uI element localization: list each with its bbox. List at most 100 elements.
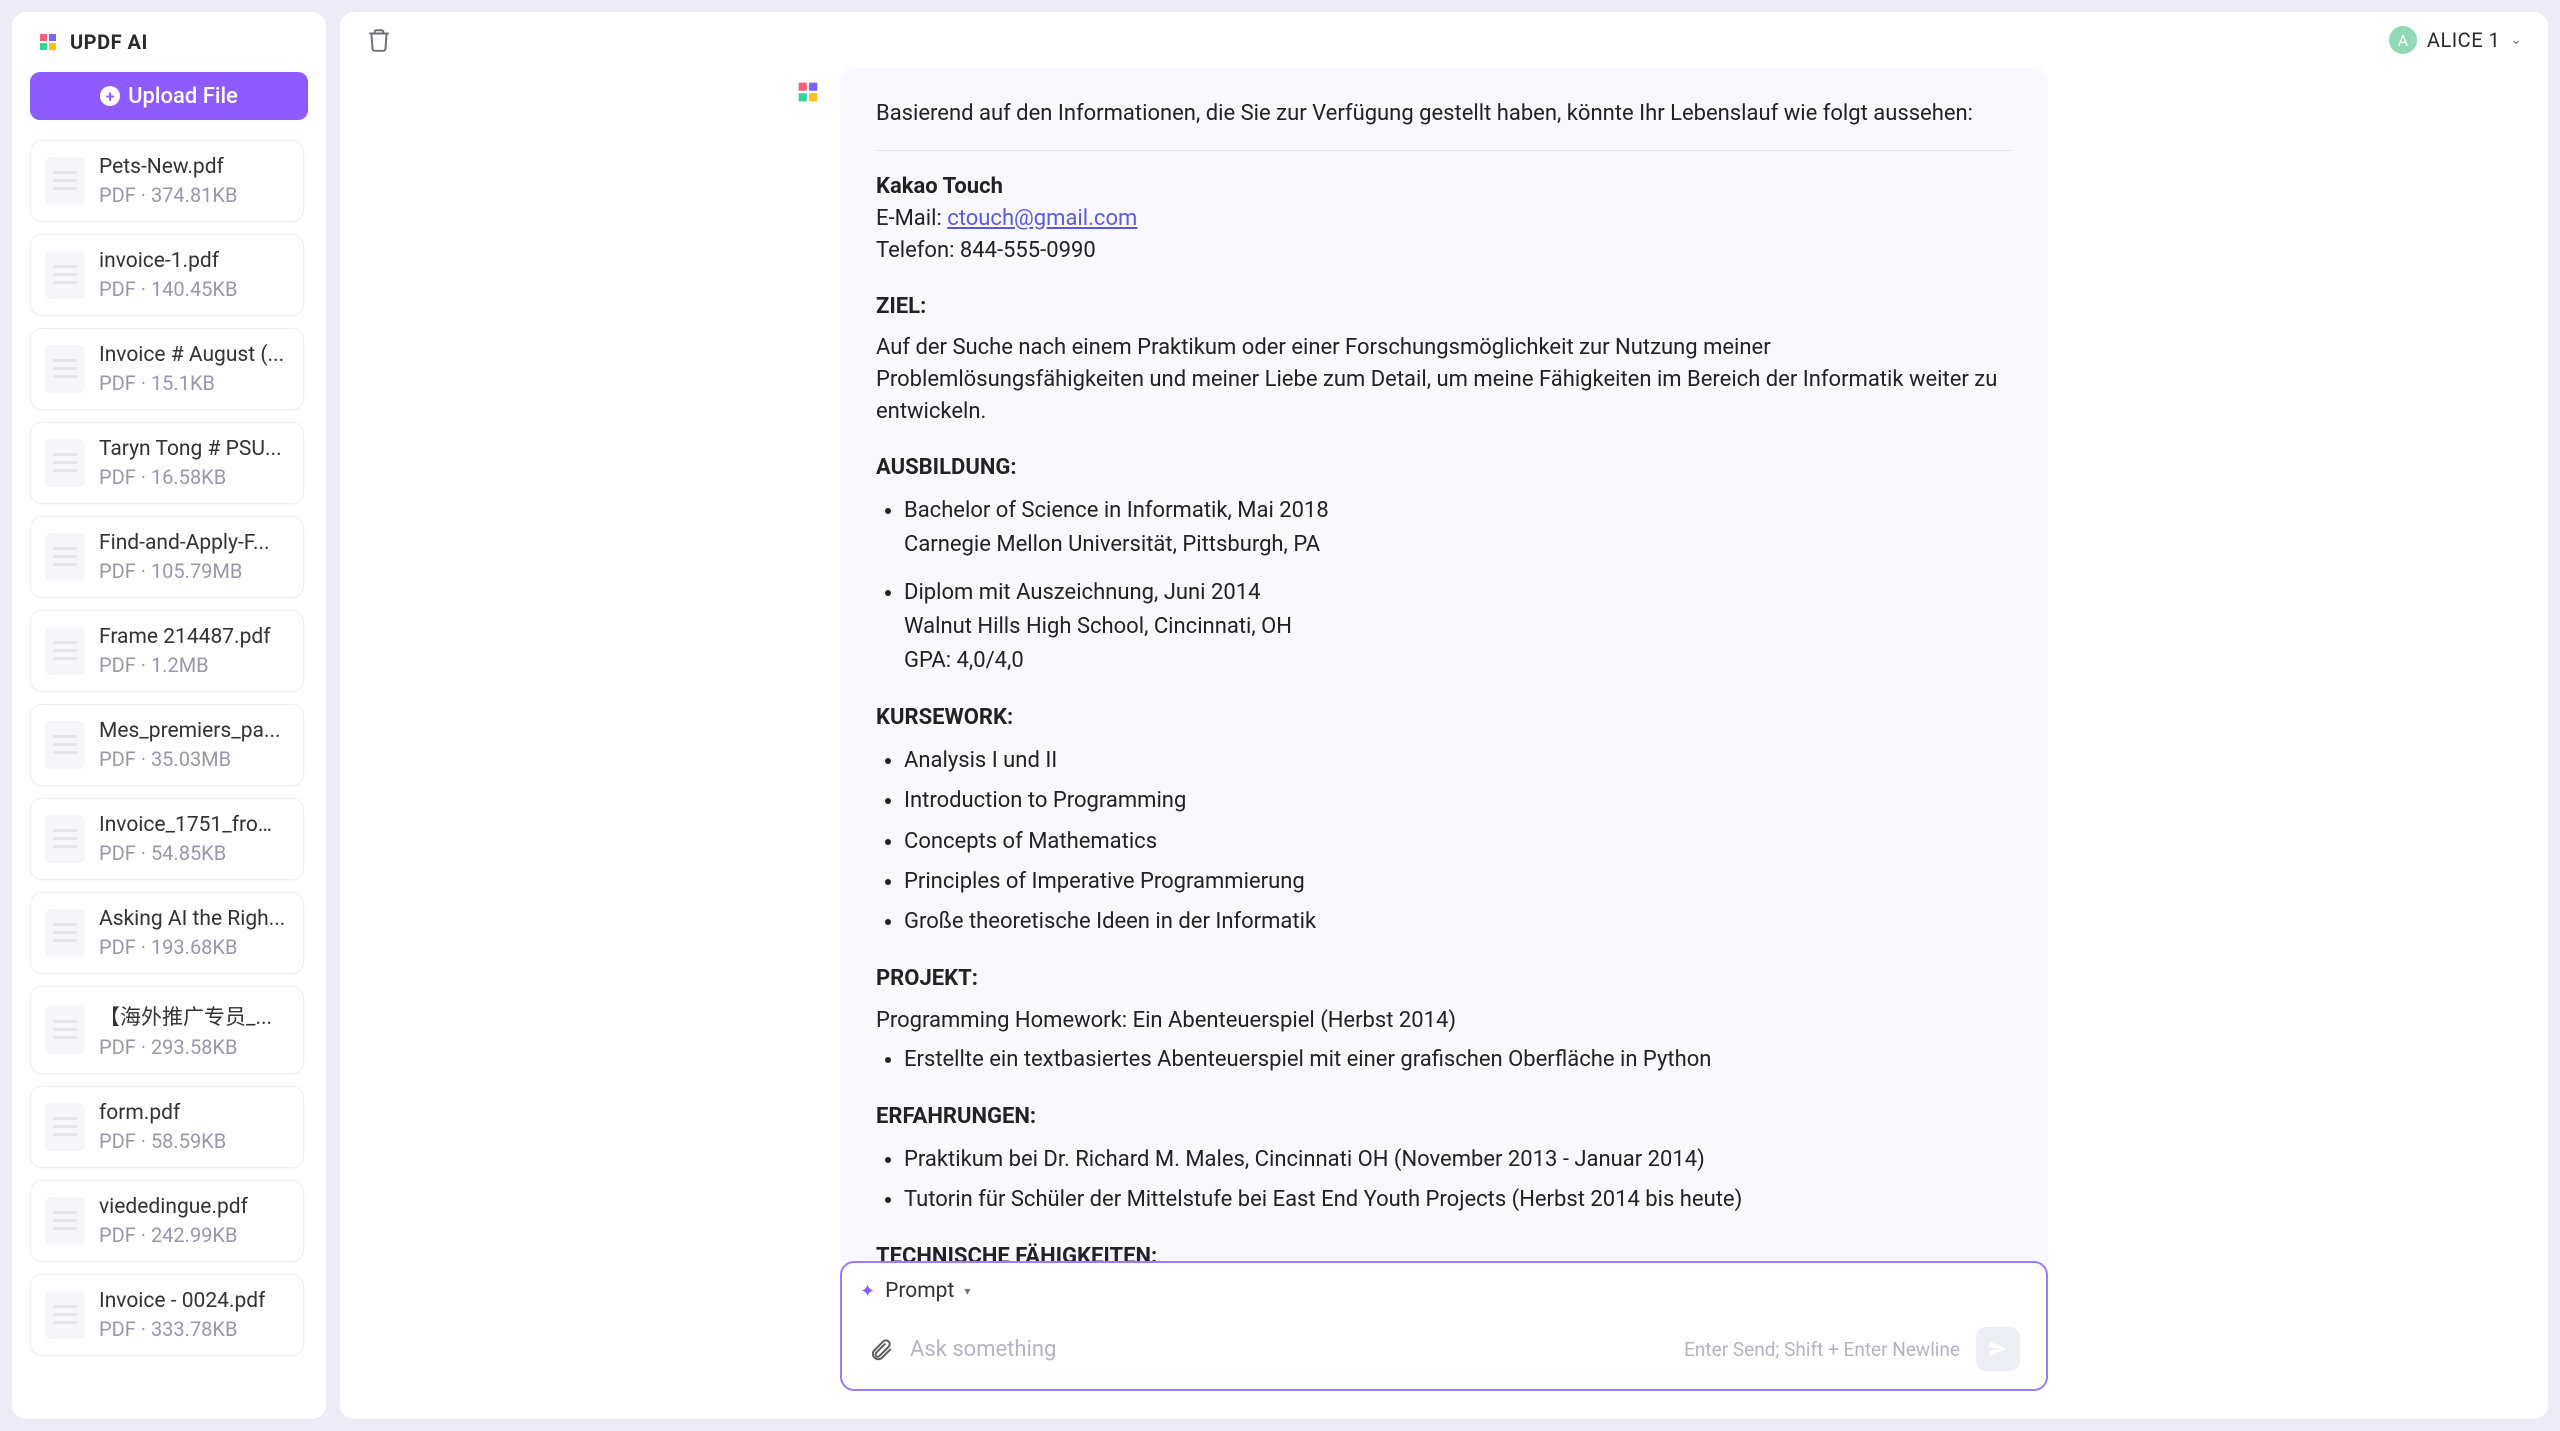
file-name: Taryn Tong # PSU... — [99, 437, 282, 461]
file-icon — [45, 157, 85, 205]
list-item: Diplom mit Auszeichnung, Juni 2014 Walnu… — [904, 576, 2012, 678]
file-name: Invoice_1751_from... — [99, 813, 289, 837]
trash-icon[interactable] — [366, 27, 392, 53]
file-meta: PDF · 193.68KB — [99, 935, 285, 959]
file-item[interactable]: Mes_premiers_pa...PDF · 35.03MB — [30, 704, 304, 786]
sparkle-icon: ✦ — [860, 1281, 875, 1302]
sidebar: UPDF AI + Upload File Pets-New.pdf PDF · … — [12, 12, 326, 1419]
file-meta: PDF · 293.58KB — [99, 1035, 272, 1059]
file-icon — [45, 1006, 85, 1054]
upload-file-button[interactable]: + Upload File — [30, 72, 308, 120]
file-item[interactable]: viededingue.pdf PDF · 242.99KB — [30, 1180, 304, 1262]
file-icon — [45, 721, 85, 769]
file-item[interactable]: invoice-1.pdf PDF · 140.45KB — [30, 234, 304, 316]
file-name: viededingue.pdf — [99, 1195, 248, 1219]
file-name: invoice-1.pdf — [99, 249, 237, 273]
file-item[interactable]: Invoice - 0024.pdf PDF · 333.78KB — [30, 1274, 304, 1356]
file-list[interactable]: Pets-New.pdf PDF · 374.81KB invoice-1.pdf P… — [30, 136, 308, 1407]
input-hint: Enter Send; Shift + Enter Newline — [1684, 1338, 1960, 1361]
list-item: Große theoretische Ideen in der Informat… — [904, 905, 2012, 939]
file-meta: PDF · 140.45KB — [99, 277, 237, 301]
file-meta: PDF · 242.99KB — [99, 1223, 248, 1247]
assistant-message: Basierend auf den Informationen, die Sie… — [840, 68, 2048, 1261]
intro-text: Basierend auf den Informationen, die Sie… — [876, 98, 2012, 130]
projekt-heading: PROJEKT: — [876, 963, 2012, 995]
file-meta: PDF · 35.03MB — [99, 747, 281, 771]
ziel-body: Auf der Suche nach einem Praktikum oder … — [876, 332, 2012, 428]
attach-icon[interactable] — [868, 1336, 894, 1362]
file-name: Frame 214487.pdf — [99, 625, 271, 649]
file-icon — [45, 1197, 85, 1245]
projekt-sub: Programming Homework: Ein Abenteuerspiel… — [876, 1005, 2012, 1037]
ausbildung-heading: AUSBILDUNG: — [876, 452, 2012, 484]
file-name: Find-and-Apply-F... — [99, 531, 270, 555]
file-name: Asking AI the Righ... — [99, 907, 285, 931]
file-name: Invoice - 0024.pdf — [99, 1289, 265, 1313]
list-item: Bachelor of Science in Informatik, Mai 2… — [904, 494, 2012, 562]
chevron-down-icon: ▾ — [964, 1284, 970, 1298]
prompt-label: Prompt — [885, 1279, 954, 1303]
prompt-selector[interactable]: ✦ Prompt ▾ — [860, 1279, 2028, 1303]
file-item[interactable]: form.pdf PDF · 58.59KB — [30, 1086, 304, 1168]
kurse-heading: KURSEWORK: — [876, 702, 2012, 734]
file-item[interactable]: Taryn Tong # PSU...PDF · 16.58KB — [30, 422, 304, 504]
user-menu[interactable]: A ALICE 1 ⌄ — [2389, 26, 2522, 54]
chevron-down-icon: ⌄ — [2510, 32, 2522, 48]
brand-logo-icon — [36, 30, 60, 54]
file-icon — [45, 345, 85, 393]
file-meta: PDF · 58.59KB — [99, 1129, 226, 1153]
file-meta: PDF · 15.1KB — [99, 371, 284, 395]
file-name: 【海外推广专员_... — [99, 1001, 272, 1031]
file-meta: PDF · 1.2MB — [99, 653, 271, 677]
file-icon — [45, 1291, 85, 1339]
file-item[interactable]: Asking AI the Righ... PDF · 193.68KB — [30, 892, 304, 974]
file-name: Pets-New.pdf — [99, 155, 237, 179]
file-meta: PDF · 54.85KB — [99, 841, 289, 865]
file-icon — [45, 533, 85, 581]
file-item[interactable]: Frame 214487.pdf PDF · 1.2MB — [30, 610, 304, 692]
list-item: Tutorin für Schüler der Mittelstufe bei … — [904, 1183, 2012, 1217]
send-button[interactable] — [1976, 1327, 2020, 1371]
file-meta: PDF · 105.79MB — [99, 559, 270, 583]
upload-label: Upload File — [128, 84, 238, 109]
file-icon — [45, 815, 85, 863]
email-link[interactable]: ctouch@gmail.com — [947, 206, 1137, 231]
send-icon — [1987, 1338, 2009, 1360]
file-icon — [45, 1103, 85, 1151]
assistant-avatar-icon — [794, 78, 822, 106]
education-list: Bachelor of Science in Informatik, Mai 2… — [876, 494, 2012, 678]
main-panel: A ALICE 1 ⌄ Basierend auf den Informatio… — [340, 12, 2548, 1419]
ziel-heading: ZIEL: — [876, 291, 2012, 323]
experience-list: Praktikum bei Dr. Richard M. Males, Cinc… — [876, 1143, 2012, 1217]
toolbar: A ALICE 1 ⌄ — [340, 12, 2548, 68]
file-item[interactable]: Find-and-Apply-F... PDF · 105.79MB — [30, 516, 304, 598]
tech-heading: TECHNISCHE FÄHIGKEITEN: — [876, 1241, 2012, 1261]
chat-input[interactable] — [910, 1337, 1668, 1362]
resume-name: Kakao Touch — [876, 171, 2012, 203]
list-item: Analysis I und II — [904, 744, 2012, 778]
phone-line: Telefon: 844-555-0990 — [876, 235, 2012, 267]
list-item: Principles of Imperative Programmierung — [904, 865, 2012, 899]
list-item: Praktikum bei Dr. Richard M. Males, Cinc… — [904, 1143, 2012, 1177]
file-icon — [45, 439, 85, 487]
brand: UPDF AI — [30, 30, 308, 54]
file-item[interactable]: Pets-New.pdf PDF · 374.81KB — [30, 140, 304, 222]
chat-scroll[interactable]: Basierend auf den Informationen, die Sie… — [340, 68, 2548, 1261]
file-item[interactable]: Invoice # August (...PDF · 15.1KB — [30, 328, 304, 410]
file-icon — [45, 627, 85, 675]
avatar: A — [2389, 26, 2417, 54]
list-item: Introduction to Programming — [904, 784, 2012, 818]
erfahrungen-heading: ERFAHRUNGEN: — [876, 1101, 2012, 1133]
file-meta: PDF · 374.81KB — [99, 183, 237, 207]
file-name: form.pdf — [99, 1101, 226, 1125]
brand-name: UPDF AI — [70, 30, 148, 54]
plus-icon: + — [100, 86, 120, 106]
coursework-list: Analysis I und II Introduction to Program… — [876, 744, 2012, 938]
file-icon — [45, 251, 85, 299]
file-item[interactable]: Invoice_1751_from... PDF · 54.85KB — [30, 798, 304, 880]
divider — [876, 150, 2012, 151]
file-meta: PDF · 333.78KB — [99, 1317, 265, 1341]
file-item[interactable]: 【海外推广专员_... PDF · 293.58KB — [30, 986, 304, 1074]
input-row: Enter Send; Shift + Enter Newline — [860, 1317, 2028, 1375]
list-item: Concepts of Mathematics — [904, 825, 2012, 859]
